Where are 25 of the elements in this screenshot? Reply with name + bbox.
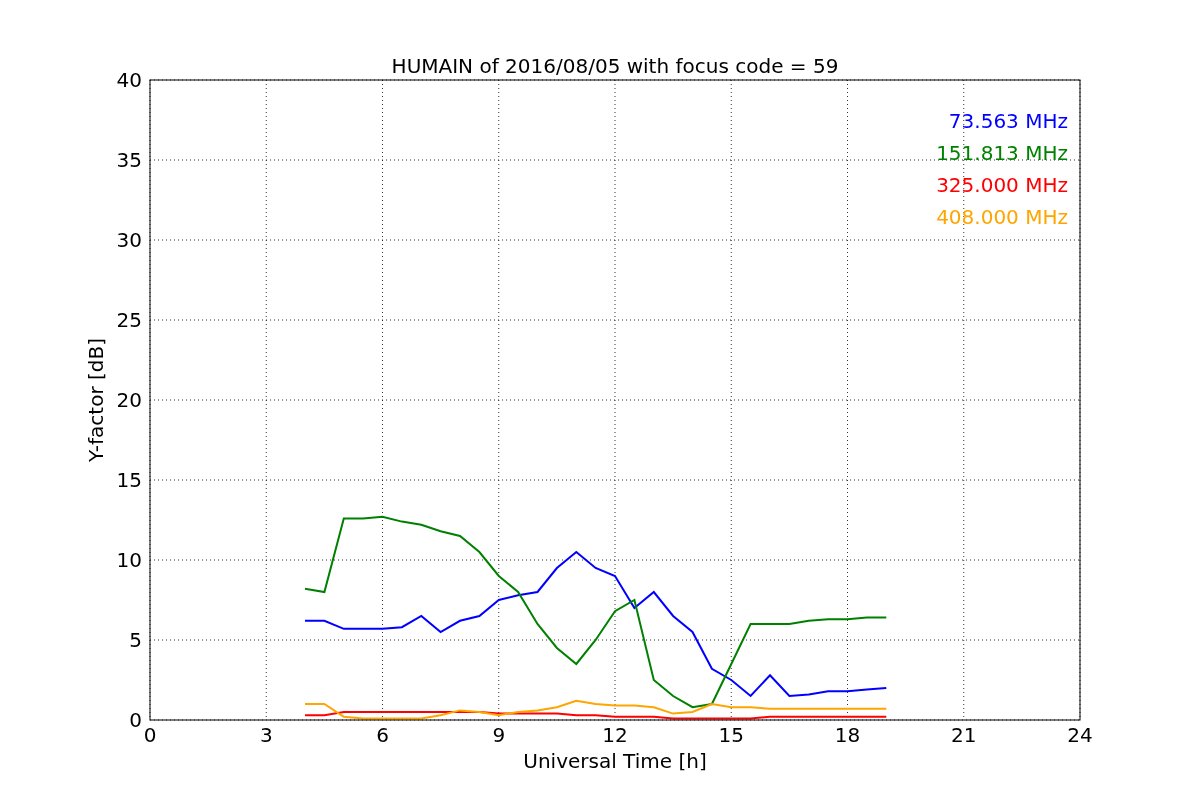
y-tick-label: 5 bbox=[129, 628, 142, 652]
legend-label: 73.563 MHz bbox=[948, 109, 1068, 133]
y-tick-label: 35 bbox=[116, 148, 142, 172]
legend-label: 325.000 MHz bbox=[936, 173, 1068, 197]
x-tick-label: 6 bbox=[376, 723, 389, 747]
x-axis-label: Universal Time [h] bbox=[523, 749, 707, 773]
y-tick-label: 10 bbox=[116, 548, 142, 572]
y-tick-label: 0 bbox=[129, 708, 142, 732]
legend-label: 408.000 MHz bbox=[936, 205, 1068, 229]
legend-label: 151.813 MHz bbox=[936, 141, 1068, 165]
x-tick-label: 15 bbox=[718, 723, 744, 747]
x-tick-label: 12 bbox=[602, 723, 628, 747]
y-tick-label: 15 bbox=[116, 468, 142, 492]
x-tick-label: 24 bbox=[1067, 723, 1093, 747]
x-tick-label: 0 bbox=[143, 723, 157, 747]
y-tick-label: 25 bbox=[116, 308, 142, 332]
y-tick-label: 20 bbox=[116, 388, 142, 412]
y-tick-label: 30 bbox=[116, 228, 142, 252]
x-tick-label: 9 bbox=[492, 723, 506, 747]
x-tick-label: 18 bbox=[834, 723, 861, 747]
x-tick-label: 21 bbox=[951, 723, 977, 747]
x-tick-label: 3 bbox=[259, 723, 273, 747]
y-axis-label: Y-factor [dB] bbox=[84, 338, 108, 462]
y-tick-label: 40 bbox=[116, 68, 142, 92]
chart-title: HUMAIN of 2016/08/05 with focus code = 59 bbox=[391, 54, 839, 78]
